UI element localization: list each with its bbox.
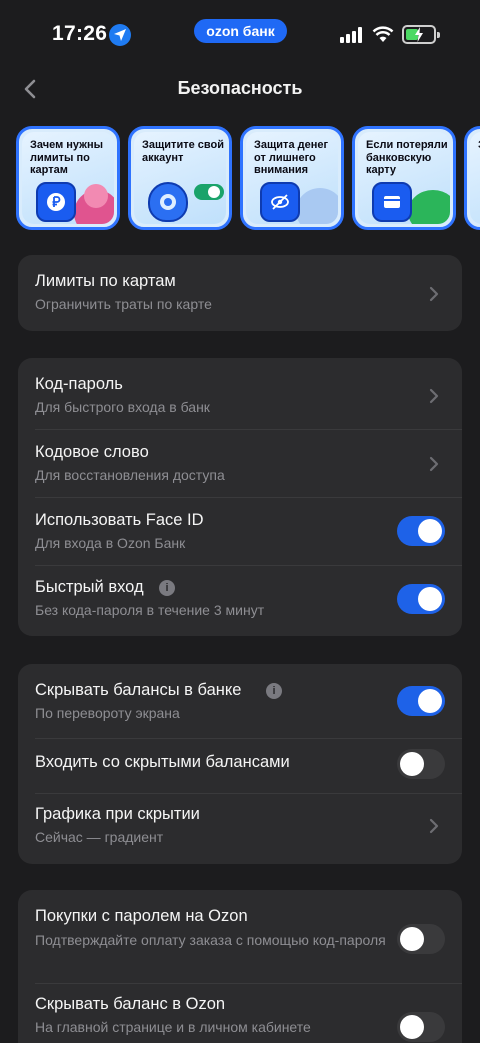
wifi-icon: [372, 26, 394, 42]
shield-icon: [148, 182, 188, 222]
eye-off-icon: [260, 182, 300, 222]
passcode-subtitle: Для быстрого входа в банк: [35, 399, 210, 415]
story-text: Защита денег от лишнего внимания: [254, 139, 329, 176]
codeword-title: Кодовое слово: [35, 443, 149, 461]
stories-carousel[interactable]: Зачем нужны лимиты по картам Защитите св…: [16, 126, 480, 230]
story-text: Если потеряли банковскую карту: [366, 139, 448, 176]
passcode-title: Код-пароль: [35, 375, 123, 393]
ozon-purchases-title: Покупки с паролем на Ozon: [35, 907, 248, 925]
auth-card: Код-пароль Для быстрого входа в банк Код…: [18, 358, 462, 636]
limits-subtitle: Ограничить траты по карте: [35, 296, 212, 312]
codeword-row[interactable]: Кодовое слово Для восстановления доступа: [18, 430, 462, 497]
ozon-hide-balance-subtitle: На главной странице и в личном кабинете: [35, 1019, 311, 1035]
location-arrow-icon: [109, 24, 131, 46]
graphics-subtitle: Сейчас — градиент: [35, 829, 164, 845]
quick-login-row: Быстрый вход i Без кода-пароля в течение…: [18, 566, 462, 636]
info-icon[interactable]: i: [159, 580, 175, 596]
story-card-money[interactable]: Защита денег от лишнего внимания: [240, 126, 344, 230]
balances-card: Скрывать балансы в банке i По перевороту…: [18, 664, 462, 864]
codeword-subtitle: Для восстановления доступа: [35, 467, 225, 483]
faceid-subtitle: Для входа в Ozon Банк: [35, 535, 186, 551]
enter-hidden-row: Входить со скрытыми балансами: [18, 739, 462, 793]
story-card-limits[interactable]: Зачем нужны лимиты по картам: [16, 126, 120, 230]
chevron-right-icon: [429, 388, 439, 404]
ozon-card: Покупки с паролем на Ozon Подтверждайте …: [18, 890, 462, 1043]
limits-title: Лимиты по картам: [35, 272, 176, 290]
chevron-right-icon: [429, 286, 439, 302]
ozon-purchases-toggle[interactable]: [397, 924, 445, 954]
ozon-hide-balance-title: Скрывать баланс в Ozon: [35, 995, 226, 1013]
ozon-hide-balance-row: Скрывать баланс в Ozon На главной страни…: [18, 984, 462, 1043]
limits-row[interactable]: Лимиты по картам Ограничить траты по кар…: [18, 255, 462, 331]
quick-login-title: Быстрый вход: [35, 578, 144, 596]
faceid-title: Использовать Face ID: [35, 511, 204, 529]
status-time: 17:26: [52, 22, 108, 45]
status-bar: 17:26 ozon банк: [0, 0, 480, 64]
graphics-title: Графика при скрытии: [35, 805, 200, 823]
chevron-right-icon: [429, 456, 439, 472]
limits-card: Лимиты по картам Ограничить траты по кар…: [18, 255, 462, 331]
story-card-partial[interactable]: З о: [464, 126, 480, 230]
hide-balances-toggle[interactable]: [397, 686, 445, 716]
ruble-icon: [36, 182, 76, 222]
info-icon[interactable]: i: [266, 683, 282, 699]
faceid-row: Использовать Face ID Для входа в Ozon Ба…: [18, 498, 462, 565]
ozon-purchases-subtitle: Подтверждайте оплату заказа с помощью ко…: [35, 932, 386, 948]
graphics-row[interactable]: Графика при скрытии Сейчас — градиент: [18, 794, 462, 864]
signal-icon: [340, 27, 362, 43]
passcode-row[interactable]: Код-пароль Для быстрого входа в банк: [18, 358, 462, 429]
quick-login-subtitle: Без кода-пароля в течение 3 минут: [35, 602, 265, 618]
enter-hidden-title: Входить со скрытыми балансами: [35, 753, 290, 771]
quick-login-toggle[interactable]: [397, 584, 445, 614]
ozon-purchases-row: Покупки с паролем на Ozon Подтверждайте …: [18, 890, 462, 983]
chevron-right-icon: [429, 818, 439, 834]
hide-balances-title: Скрывать балансы в банке: [35, 681, 242, 699]
ozon-hide-balance-toggle[interactable]: [397, 1012, 445, 1042]
story-card-account[interactable]: Защитите свой аккаунт: [128, 126, 232, 230]
battery-charging-icon: [402, 25, 440, 44]
hide-balances-row: Скрывать балансы в банке i По перевороту…: [18, 664, 462, 738]
faceid-toggle[interactable]: [397, 516, 445, 546]
hide-balances-subtitle: По перевороту экрана: [35, 705, 180, 721]
card-icon: [372, 182, 412, 222]
page-title: Безопасность: [177, 78, 303, 98]
story-text: Зачем нужны лимиты по картам: [30, 139, 104, 176]
story-card-lost-card[interactable]: Если потеряли банковскую карту: [352, 126, 456, 230]
enter-hidden-toggle[interactable]: [397, 749, 445, 779]
story-text: Защитите свой аккаунт: [142, 139, 224, 164]
brand-pill: ozon банк: [194, 19, 287, 43]
